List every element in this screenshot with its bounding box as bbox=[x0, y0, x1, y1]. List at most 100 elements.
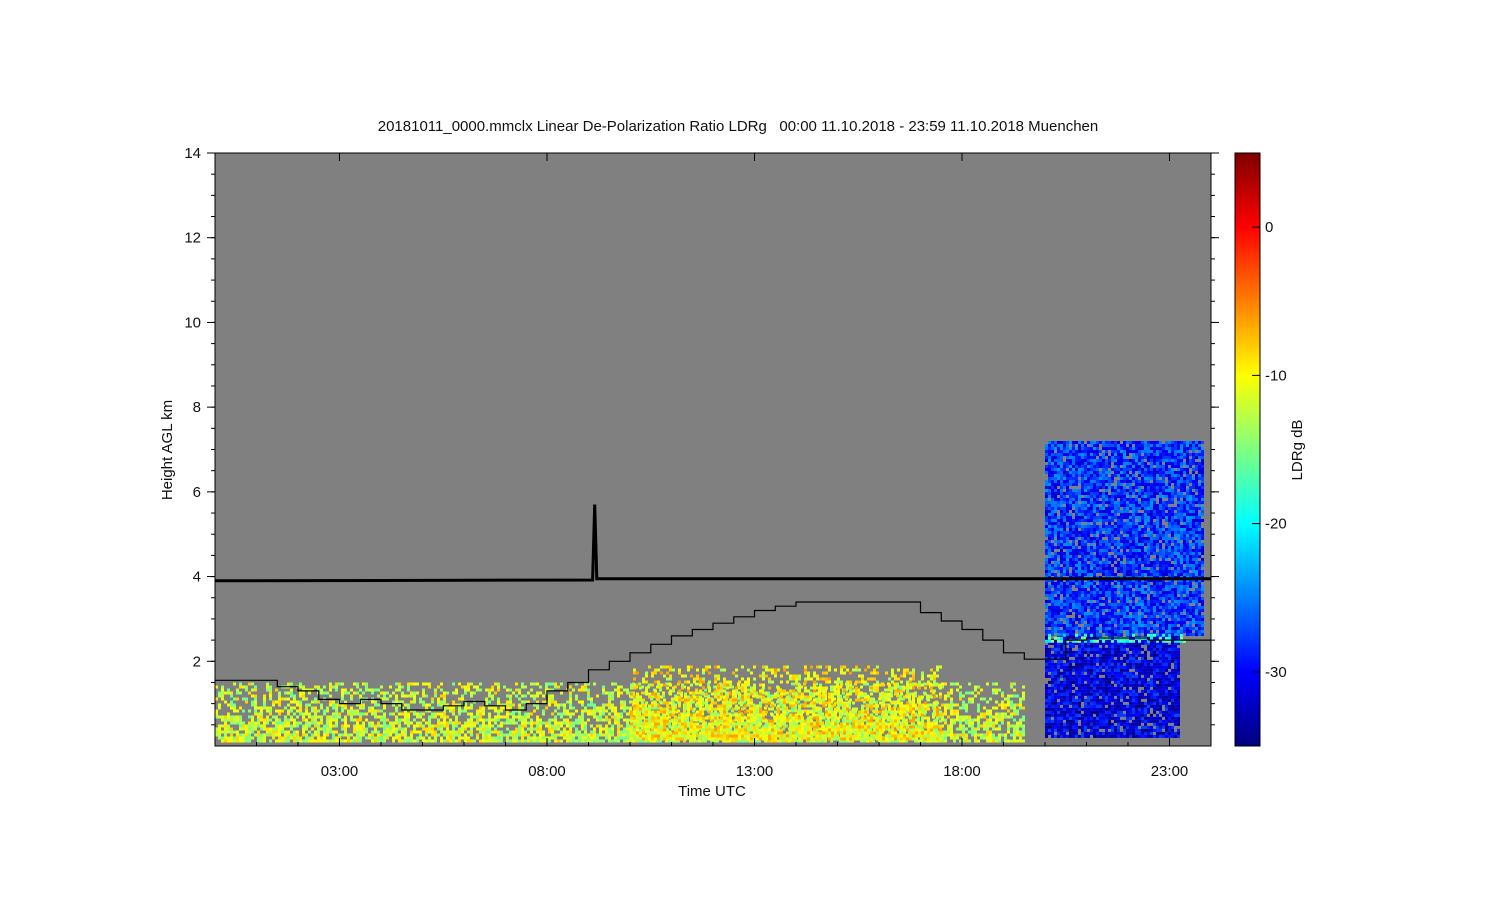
heat-cell bbox=[353, 730, 356, 734]
heat-cell bbox=[747, 701, 750, 705]
heat-cell bbox=[995, 712, 998, 716]
heat-cell bbox=[1063, 591, 1066, 594]
heat-cell bbox=[792, 692, 795, 696]
heat-cell bbox=[846, 701, 849, 705]
heat-cell bbox=[726, 686, 729, 690]
heat-cell bbox=[933, 713, 936, 717]
heat-cell bbox=[992, 733, 995, 737]
heat-cell bbox=[575, 697, 578, 701]
heat-cell bbox=[290, 733, 293, 737]
heat-cell bbox=[233, 706, 236, 710]
heat-cell bbox=[470, 727, 473, 731]
heat-cell bbox=[278, 700, 281, 704]
heat-cell bbox=[398, 736, 401, 740]
heat-cell bbox=[962, 703, 965, 707]
heat-cell bbox=[305, 727, 308, 731]
heat-cell bbox=[875, 700, 878, 704]
heat-cell bbox=[750, 671, 753, 675]
heat-cell bbox=[569, 739, 572, 743]
heat-cell bbox=[813, 674, 816, 678]
heat-cell bbox=[257, 733, 260, 737]
heat-cell bbox=[918, 698, 921, 702]
heat-cell bbox=[816, 686, 819, 690]
heat-cell bbox=[272, 721, 275, 725]
heat-cell bbox=[275, 733, 278, 737]
heat-cell bbox=[642, 716, 645, 720]
heat-cell bbox=[828, 713, 831, 717]
heat-cell bbox=[1045, 627, 1048, 630]
heat-cell bbox=[1048, 615, 1051, 618]
heat-cell bbox=[672, 725, 675, 729]
heat-cell bbox=[482, 706, 485, 710]
heat-cell bbox=[998, 703, 1001, 707]
heat-cell bbox=[705, 716, 708, 720]
heat-cell bbox=[1057, 618, 1060, 621]
heat-cell bbox=[332, 736, 335, 740]
heat-cell bbox=[611, 724, 614, 728]
heat-cell bbox=[443, 700, 446, 704]
heat-cell bbox=[1051, 558, 1054, 561]
heat-cell bbox=[599, 739, 602, 743]
heat-cell bbox=[930, 674, 933, 678]
heat-cell bbox=[455, 691, 458, 695]
heat-cell bbox=[1066, 483, 1069, 486]
heat-cell bbox=[786, 695, 789, 699]
heat-cell bbox=[1001, 715, 1004, 719]
heat-cell bbox=[1051, 570, 1054, 573]
heat-cell bbox=[257, 706, 260, 710]
heat-cell bbox=[687, 689, 690, 693]
heat-cell bbox=[581, 685, 584, 689]
heat-cell bbox=[1054, 516, 1057, 519]
heat-cell bbox=[1019, 706, 1022, 710]
heat-cell bbox=[455, 724, 458, 728]
heat-cell bbox=[407, 688, 410, 692]
heat-cell bbox=[329, 724, 332, 728]
heat-cell bbox=[227, 736, 230, 740]
heat-cell bbox=[296, 709, 299, 713]
heat-cell bbox=[1051, 555, 1054, 558]
heat-cell bbox=[512, 712, 515, 716]
heat-cell bbox=[254, 706, 257, 710]
heat-cell bbox=[735, 704, 738, 708]
heat-cell bbox=[660, 701, 663, 705]
heat-cell bbox=[962, 724, 965, 728]
heat-cell bbox=[780, 701, 783, 705]
heat-cell bbox=[521, 739, 524, 743]
heat-cell bbox=[332, 712, 335, 716]
heat-cell bbox=[1051, 495, 1054, 498]
heat-cell bbox=[1063, 618, 1066, 621]
heat-cell bbox=[554, 718, 557, 722]
heat-cell bbox=[983, 715, 986, 719]
heat-cell bbox=[398, 739, 401, 743]
heat-cell bbox=[648, 722, 651, 726]
heat-cell bbox=[816, 665, 819, 669]
heat-cell bbox=[509, 688, 512, 692]
heat-cell bbox=[1045, 615, 1048, 618]
heat-cell bbox=[693, 725, 696, 729]
heat-cell bbox=[614, 721, 617, 725]
heat-cell bbox=[885, 695, 888, 699]
heat-cell bbox=[563, 730, 566, 734]
heat-cell bbox=[879, 737, 882, 741]
heat-cell bbox=[416, 724, 419, 728]
heat-cell bbox=[452, 730, 455, 734]
heat-cell bbox=[708, 698, 711, 702]
heat-cell bbox=[581, 736, 584, 740]
heat-cell bbox=[633, 725, 636, 729]
heat-cell bbox=[350, 739, 353, 743]
heat-cell bbox=[825, 680, 828, 684]
heat-cell bbox=[897, 734, 900, 738]
heat-cell bbox=[804, 680, 807, 684]
heat-cell bbox=[1022, 733, 1025, 737]
heat-cell bbox=[699, 707, 702, 711]
heat-cell bbox=[843, 737, 846, 741]
heat-cell bbox=[1054, 609, 1057, 612]
heat-cell bbox=[717, 689, 720, 693]
heat-cell bbox=[965, 718, 968, 722]
heat-cell bbox=[386, 718, 389, 722]
heat-cell bbox=[299, 700, 302, 704]
heat-cell bbox=[995, 700, 998, 704]
heat-cell bbox=[551, 724, 554, 728]
heat-cell bbox=[843, 689, 846, 693]
heat-cell bbox=[464, 727, 467, 731]
